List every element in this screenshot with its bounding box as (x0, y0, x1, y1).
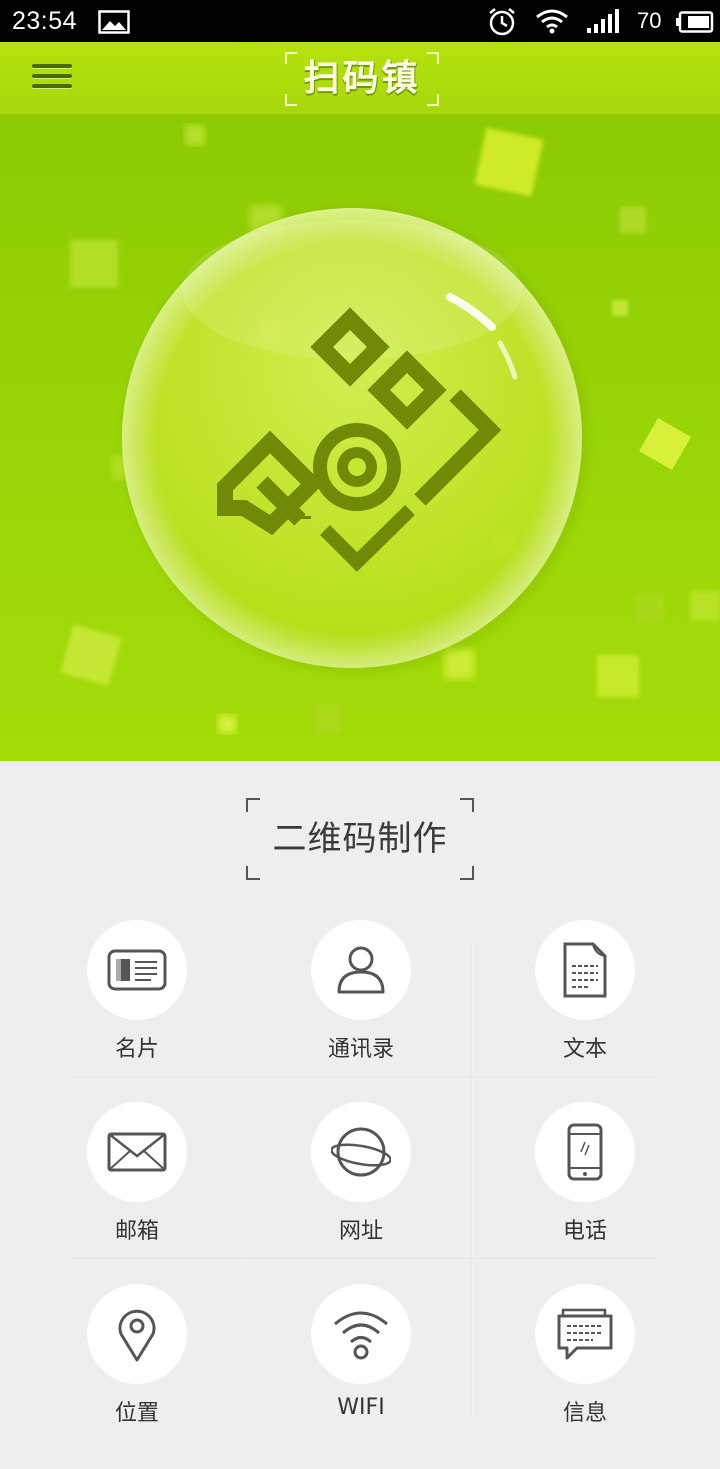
envelope-icon (87, 1102, 187, 1202)
hamburger-menu-icon[interactable] (30, 58, 74, 98)
wifi-icon (535, 8, 569, 38)
grid-item-label: WIFI (337, 1395, 385, 1420)
planet-globe-icon (311, 1102, 411, 1202)
image-icon (98, 10, 130, 38)
business-card-icon (87, 920, 187, 1020)
section-title-frame: 二维码制作 (246, 798, 474, 880)
grid-item-text[interactable]: 文本 (472, 900, 698, 1080)
message-bubble-icon (535, 1284, 635, 1384)
grid-item-label: 信息 (562, 1401, 607, 1426)
phone-icon (535, 1102, 635, 1202)
contact-icon (311, 920, 411, 1020)
grid-item-label: 名片 (114, 1037, 159, 1062)
grid-item-phone[interactable]: 电话 (472, 1082, 698, 1262)
grid-item-location[interactable]: 位置 (24, 1264, 250, 1444)
app-bar: 扫码镇 (0, 42, 720, 115)
status-time: 23:54 (12, 7, 78, 35)
grid-item-message[interactable]: 信息 (472, 1264, 698, 1444)
battery-icon (676, 11, 714, 37)
document-icon (535, 920, 635, 1020)
grid-item-label: 网址 (338, 1219, 383, 1244)
wifi-icon (311, 1284, 411, 1384)
section-title: 二维码制作 (272, 819, 448, 859)
grid-item-email[interactable]: 邮箱 (24, 1082, 250, 1262)
alarm-icon (486, 6, 518, 42)
hero-banner (0, 115, 720, 761)
grid-item-contacts[interactable]: 通讯录 (248, 900, 474, 1080)
grid-item-label: 邮箱 (114, 1219, 159, 1244)
grid-item-url[interactable]: 网址 (248, 1082, 474, 1262)
signal-icon (586, 8, 624, 38)
grid-item-label: 通讯录 (327, 1037, 394, 1062)
grid-item-label: 位置 (114, 1401, 159, 1426)
grid-item-wifi[interactable]: WIFI (248, 1264, 474, 1444)
battery-level: 70 (637, 8, 662, 33)
grid-item-business-card[interactable]: 名片 (24, 900, 250, 1080)
app-title: 扫码镇 (303, 58, 421, 99)
grid-item-label: 文本 (562, 1037, 607, 1062)
app-title-frame: 扫码镇 (285, 52, 439, 106)
status-bar: 23:54 70 (0, 0, 720, 42)
qr-type-grid: 名片 通讯录 文本 邮箱 网址 电话 位置 WIFI 信息 (0, 900, 720, 1460)
grid-item-label: 电话 (562, 1219, 607, 1244)
location-pin-icon (87, 1284, 187, 1384)
